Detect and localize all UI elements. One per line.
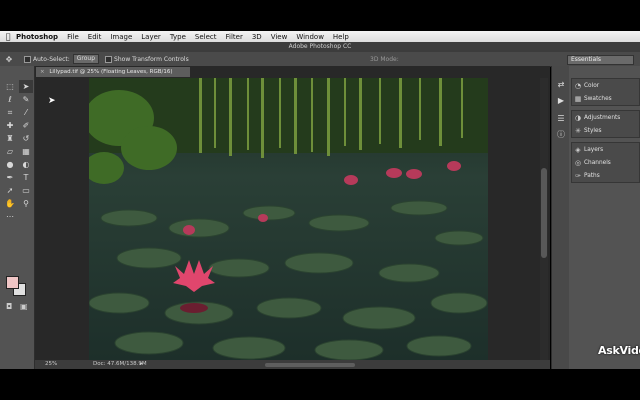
auto-select-checkbox[interactable] [24,55,31,63]
panel-dock: ◔ Color ▦ Swatches ◑ Adjustments ✳ Style… [569,66,640,369]
pen-tool-icon[interactable]: ✒ [3,171,17,184]
eyedropper-tool-icon[interactable]: ⁄ [19,106,33,119]
collapsed-panel-strip: ⇄ ▶ ☰ ⓘ [551,66,570,369]
document-tab-title: Lillypad.tif @ 25% (Floating Leaves, RGB… [49,69,173,75]
vertical-scroll-thumb[interactable] [541,168,547,258]
panel-swatches[interactable]: ▦ Swatches [572,92,639,105]
panel-layers-label: Layers [584,146,604,153]
extra-tool-icon[interactable]: ⋯ [3,210,17,223]
doc-size: Doc: 47.6M/138.9M [93,361,147,367]
spot-heal-tool-icon[interactable]: ✚ [3,119,17,132]
show-transform-checkbox[interactable] [105,55,113,63]
layers-panel-group: ◈ Layers ◎ Channels ✑ Paths [571,142,640,183]
menu-image[interactable]: Image [110,33,132,41]
menu-filter[interactable]: Filter [226,33,243,41]
menu-file[interactable]: File [67,33,79,41]
move-tool-preset-icon[interactable]: ✥ [0,55,18,64]
menu-select[interactable]: Select [195,33,217,41]
menu-photoshop[interactable]: Photoshop [16,33,58,41]
adjustments-panel-group: ◑ Adjustments ✳ Styles [571,110,640,138]
move-tool-icon[interactable]: ➤ [19,80,33,93]
menu-view[interactable]: View [271,33,288,41]
menu-help[interactable]: Help [333,33,349,41]
menu-window[interactable]: Window [296,33,324,41]
menu-type[interactable]: Type [170,33,186,41]
foreground-color-swatch[interactable] [6,276,19,289]
auto-select-label: Auto-Select: [33,55,70,63]
shape-tool-icon[interactable]: ▭ [19,184,33,197]
clone-stamp-tool-icon[interactable]: ♜ [3,132,17,145]
panel-swatches-label: Swatches [584,95,612,102]
zoom-level[interactable]: 25% [45,360,57,369]
paths-panel-icon: ✑ [575,171,581,180]
mouse-pointer-icon: ➤ [48,96,56,106]
menu-3d[interactable]: 3D [252,33,262,41]
close-icon[interactable]: × [40,69,45,75]
screen-mode-icon[interactable]: ▣ [20,300,28,313]
quick-mask-icon[interactable]: ◘ [6,300,12,313]
lily-pond-photo [89,78,488,360]
document-tab[interactable]: × Lillypad.tif @ 25% (Floating Leaves, R… [36,67,190,77]
panel-layers[interactable]: ◈ Layers [572,143,639,156]
properties-panel-icon[interactable]: ☰ [556,114,566,124]
vertical-scrollbar[interactable] [540,78,548,360]
panel-adjustments-label: Adjustments [584,114,621,121]
menu-bar:  Photoshop File Edit Image Layer Type S… [0,31,640,42]
menu-edit[interactable]: Edit [88,33,102,41]
app-title: Adobe Photoshop CC [0,42,640,52]
panel-adjustments[interactable]: ◑ Adjustments [572,111,639,124]
auto-select-dropdown[interactable]: Group [72,54,100,64]
options-bar: ✥ Auto-Select: Group Show Transform Cont… [0,52,640,67]
color-panel-group: ◔ Color ▦ Swatches [571,78,640,106]
letterbox-top [0,0,640,31]
lasso-tool-icon[interactable]: ℓ [3,93,17,106]
dodge-tool-icon[interactable]: ◐ [19,158,33,171]
brush-tool-icon[interactable]: ✐ [19,119,33,132]
askvideo-watermark: AskVideo [598,344,640,357]
color-panel-icon: ◔ [574,81,582,90]
letterbox-bottom [0,369,640,400]
panel-paths-label: Paths [584,172,600,179]
panel-paths[interactable]: ✑ Paths [572,169,639,182]
hand-tool-icon[interactable]: ✋ [3,197,17,210]
zoom-tool-icon[interactable]: ⚲ [19,197,33,210]
path-select-tool-icon[interactable]: ➚ [3,184,17,197]
layers-panel-icon: ◈ [575,145,581,154]
eraser-tool-icon[interactable]: ▱ [3,145,17,158]
panel-channels-label: Channels [584,159,611,166]
info-panel-icon[interactable]: ⓘ [556,130,566,140]
history-panel-icon[interactable]: ⇄ [556,80,566,90]
styles-panel-icon: ✳ [575,126,581,135]
3d-mode-label: 3D Mode: [370,55,399,63]
tools-panel: ⬚ ➤ ℓ ✎ ⌗ ⁄ ✚ ✐ ♜ ↺ ▱ ▦ ● ◐ ✒ T ➚ ▭ ✋ ⚲ … [0,66,35,369]
actions-panel-icon[interactable]: ▶ [556,96,566,106]
adjustments-panel-icon: ◑ [574,113,582,122]
quick-select-tool-icon[interactable]: ✎ [19,93,33,106]
gradient-tool-icon[interactable]: ▦ [19,145,33,158]
history-brush-tool-icon[interactable]: ↺ [19,132,33,145]
swatches-panel-icon: ▦ [574,94,582,103]
apple-menu-icon[interactable]:  [0,32,16,41]
panel-color-label: Color [584,82,600,89]
marquee-tool-icon[interactable]: ⬚ [3,80,17,93]
crop-tool-icon[interactable]: ⌗ [3,106,17,119]
blur-tool-icon[interactable]: ● [3,158,17,171]
panel-color[interactable]: ◔ Color [572,79,639,92]
horizontal-scroll-thumb[interactable] [265,363,355,367]
panel-channels[interactable]: ◎ Channels [572,156,639,169]
show-transform-label: Show Transform Controls [114,55,189,63]
workspace-dropdown[interactable]: Essentials [567,55,634,65]
status-menu-arrow-icon[interactable]: ▸ [140,360,143,369]
panel-styles[interactable]: ✳ Styles [572,124,639,137]
image-canvas[interactable] [89,78,488,360]
channels-panel-icon: ◎ [574,158,582,167]
panel-styles-label: Styles [584,127,602,134]
menu-layer[interactable]: Layer [141,33,161,41]
type-tool-icon[interactable]: T [19,171,33,184]
